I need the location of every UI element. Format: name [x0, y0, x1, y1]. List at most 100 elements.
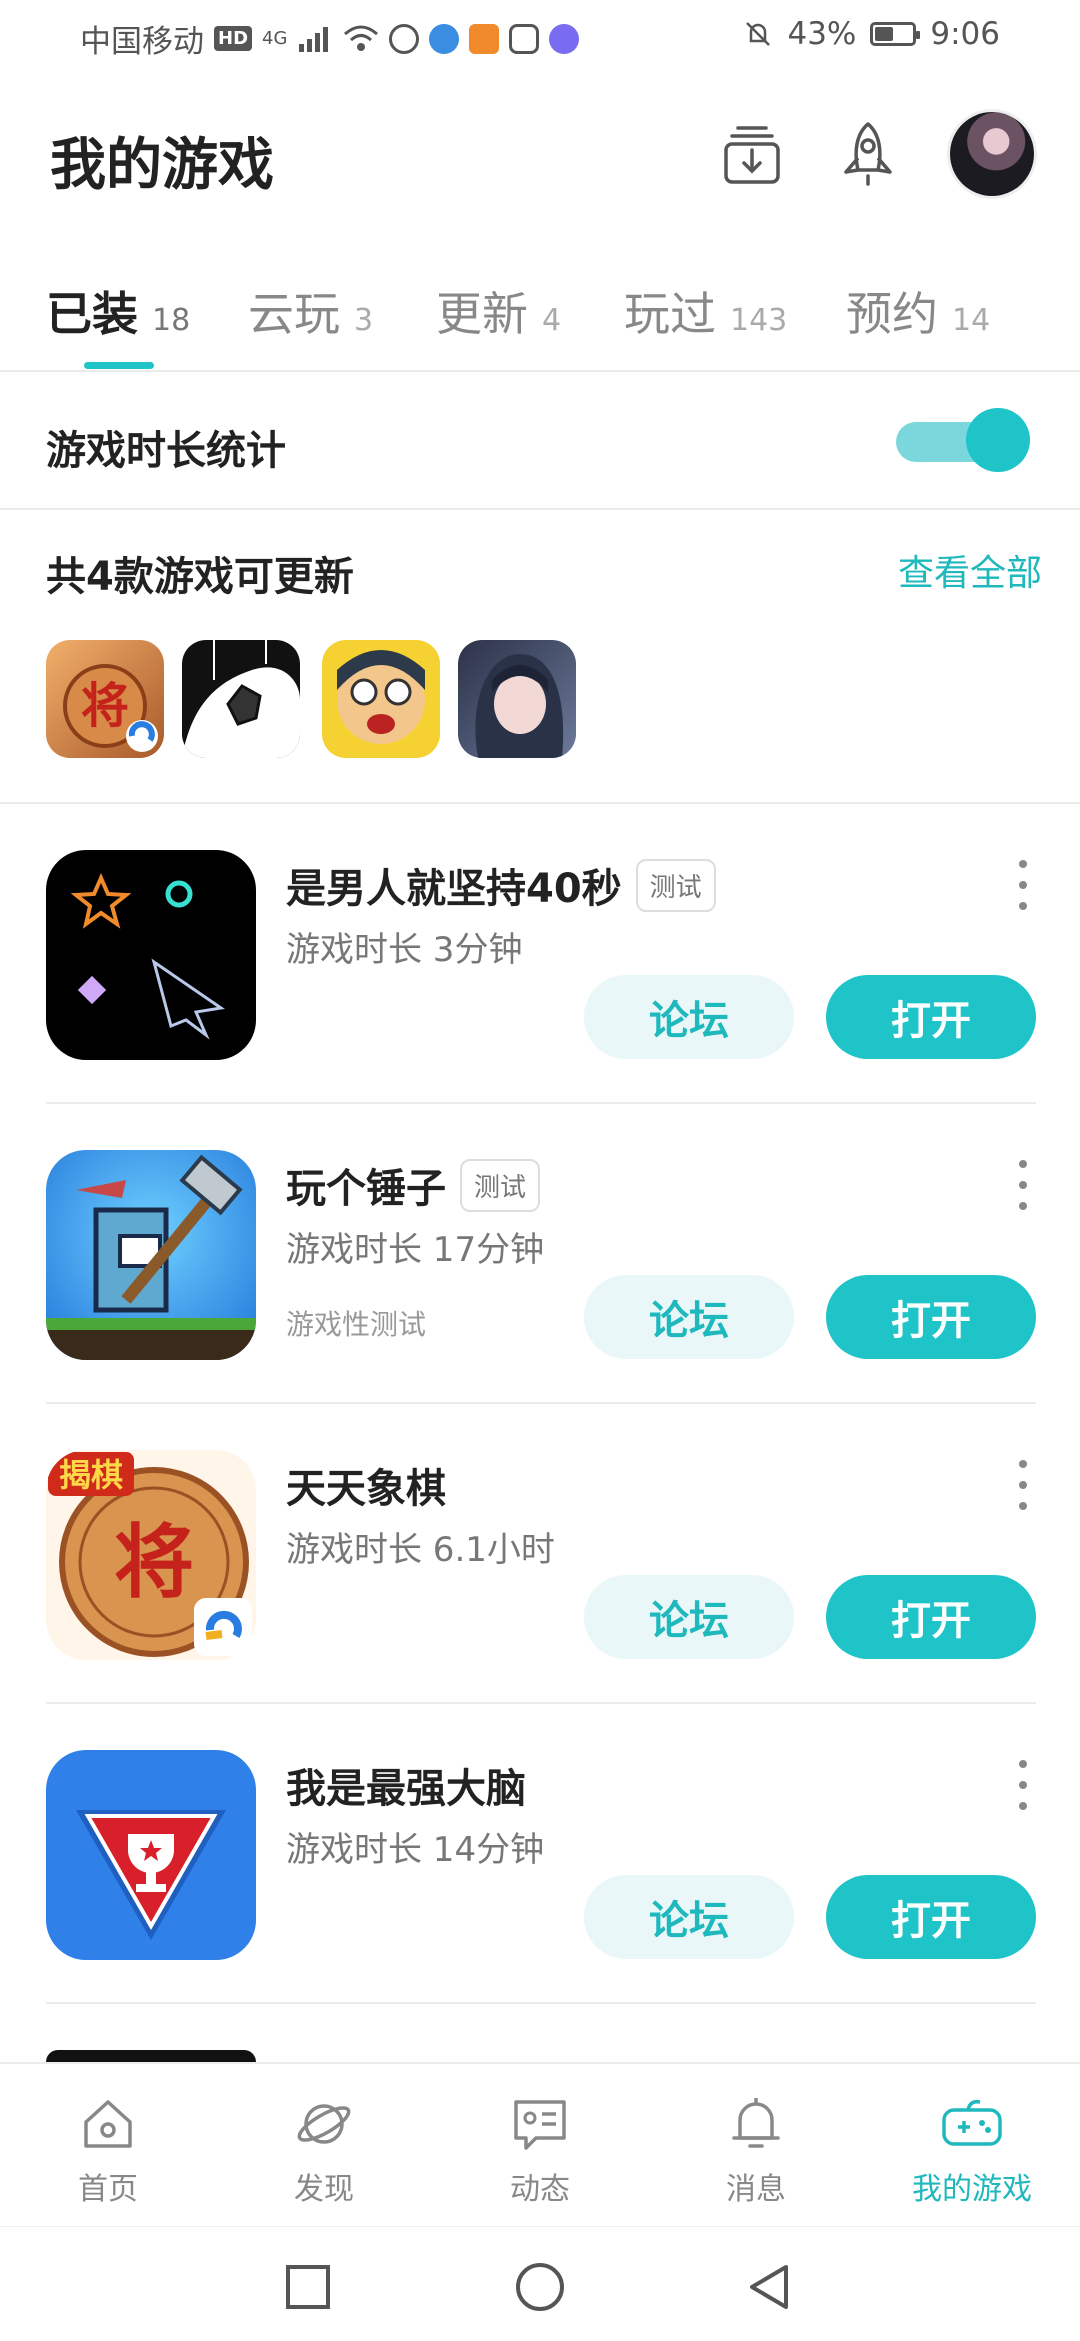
- tab-label: 预约: [846, 287, 938, 341]
- section-divider: [0, 508, 1080, 510]
- home-icon: [84, 2100, 132, 2148]
- forum-button[interactable]: 论坛: [584, 975, 794, 1059]
- hand-app-icon: [509, 23, 540, 54]
- music-app-icon: [549, 23, 580, 54]
- bottom-nav: 首页 发现 动态 消息 我的游戏: [0, 2062, 1080, 2228]
- game-icon-strongest-brain[interactable]: [46, 1750, 256, 1960]
- nav-label: 首页: [78, 2172, 138, 2207]
- download-manager-icon[interactable]: [716, 118, 788, 190]
- tab-count: 143: [730, 303, 788, 338]
- clock: 9:06: [930, 16, 1000, 52]
- hd-icon: HD: [214, 26, 253, 51]
- planet-icon: [297, 2104, 351, 2144]
- row-divider: [46, 2002, 1036, 2004]
- avatar[interactable]: [950, 112, 1034, 196]
- nav-label: 发现: [294, 2172, 354, 2207]
- play-time: 游戏时长 6.1小时: [286, 1530, 555, 1570]
- game-icon-hammer[interactable]: [46, 1150, 256, 1360]
- game-title: 我是最强大脑: [286, 1756, 526, 1814]
- more-options-icon[interactable]: [1016, 860, 1030, 910]
- game-name: 是男人就坚持40秒: [286, 866, 622, 912]
- nav-label: 动态: [510, 2172, 570, 2207]
- more-options-icon[interactable]: [1016, 1760, 1030, 1810]
- open-button[interactable]: 打开: [826, 1275, 1036, 1359]
- tab-updates[interactable]: 更新 4: [436, 278, 561, 344]
- back-triangle-icon[interactable]: [744, 2261, 796, 2313]
- nav-my-games[interactable]: 我的游戏: [902, 2092, 1042, 2208]
- open-button[interactable]: 打开: [826, 975, 1036, 1059]
- svg-text:将: 将: [81, 678, 129, 734]
- rocket-icon[interactable]: [832, 118, 904, 190]
- stats-toggle[interactable]: [896, 408, 1032, 472]
- mute-bell-icon: [746, 22, 771, 46]
- tab-indicator: [84, 362, 154, 369]
- nav-label: 我的游戏: [912, 2172, 1032, 2207]
- tab-cloud-play[interactable]: 云玩 3: [248, 278, 373, 344]
- globe-app-icon: [429, 23, 460, 54]
- nav-home[interactable]: 首页: [38, 2092, 178, 2208]
- section-divider: [0, 802, 1080, 804]
- tab-label: 已装: [46, 287, 138, 341]
- game-title: 是男人就坚持40秒 测试: [286, 856, 716, 914]
- game-name: 玩个锤子: [286, 1166, 446, 1212]
- tab-count: 14: [952, 303, 991, 338]
- tab-label: 玩过: [624, 287, 716, 341]
- battery-percent: 43%: [787, 16, 857, 52]
- play-time: 游戏时长 3分钟: [286, 930, 523, 970]
- cartoon-boy-icon[interactable]: [322, 640, 440, 758]
- game-name: 天天象棋: [286, 1466, 446, 1512]
- nav-label: 消息: [726, 2172, 786, 2207]
- tab-label: 更新: [436, 287, 528, 341]
- row-divider: [46, 1402, 1036, 1404]
- system-navigation: [0, 2226, 1080, 2341]
- row-divider: [46, 1702, 1036, 1704]
- tab-count: 3: [354, 303, 374, 338]
- nav-discover[interactable]: 发现: [254, 2092, 394, 2208]
- play-time: 游戏时长 14分钟: [286, 1830, 545, 1870]
- play-time: 游戏时长 17分钟: [286, 1230, 545, 1270]
- forum-button[interactable]: 论坛: [584, 1875, 794, 1959]
- more-options-icon[interactable]: [1016, 1160, 1030, 1210]
- tab-played[interactable]: 玩过 143: [624, 278, 787, 344]
- signal-icon: [299, 26, 329, 52]
- video-app-icon: [469, 23, 500, 54]
- game-icon-hold-40s[interactable]: [46, 850, 256, 1060]
- recent-apps-icon[interactable]: [284, 2263, 332, 2311]
- tab-reserved[interactable]: 预约 14: [846, 278, 990, 344]
- soccer-player-icon[interactable]: [182, 640, 300, 758]
- see-all-link[interactable]: 查看全部: [898, 544, 1042, 596]
- test-badge: 测试: [635, 858, 716, 912]
- wifi-icon: [344, 25, 379, 51]
- updates-title: 共4款游戏可更新: [46, 554, 354, 600]
- game-subtitle: 游戏性测试: [286, 1308, 427, 1341]
- network-type: 4G: [262, 28, 288, 49]
- page-title: 我的游戏: [50, 133, 274, 198]
- home-circle-icon[interactable]: [514, 2261, 566, 2313]
- more-options-icon[interactable]: [1016, 1460, 1030, 1510]
- test-badge: 测试: [460, 1158, 541, 1212]
- nav-feed[interactable]: 动态: [470, 2092, 610, 2208]
- forum-button[interactable]: 论坛: [584, 1575, 794, 1659]
- k-app-icon: [389, 23, 420, 54]
- open-button[interactable]: 打开: [826, 1575, 1036, 1659]
- chinese-chess-icon[interactable]: 将: [46, 640, 164, 758]
- game-icon-next-partial: [46, 2050, 256, 2062]
- tab-label: 云玩: [248, 287, 340, 341]
- game-title: 玩个锤子 测试: [286, 1156, 541, 1214]
- game-name: 我是最强大脑: [286, 1766, 526, 1812]
- open-button[interactable]: 打开: [826, 1875, 1036, 1959]
- forum-button[interactable]: 论坛: [584, 1275, 794, 1359]
- game-title: 天天象棋: [286, 1456, 446, 1514]
- bell-icon: [732, 2098, 780, 2148]
- status-bar: 中国移动 HD 4G 43% 9:06: [0, 0, 1080, 75]
- nav-messages[interactable]: 消息: [686, 2092, 826, 2208]
- tab-count: 18: [152, 303, 191, 338]
- battery-icon: [870, 22, 921, 46]
- gamepad-icon: [942, 2099, 1002, 2146]
- anime-girl-icon[interactable]: [458, 640, 576, 758]
- tab-installed[interactable]: 已装 18: [46, 278, 190, 344]
- svg-text:将: 将: [114, 1516, 194, 1609]
- game-icon-chinese-chess[interactable]: 将 揭棋: [46, 1450, 256, 1660]
- carrier-label: 中国移动: [80, 24, 204, 60]
- svg-text:揭棋: 揭棋: [59, 1456, 123, 1494]
